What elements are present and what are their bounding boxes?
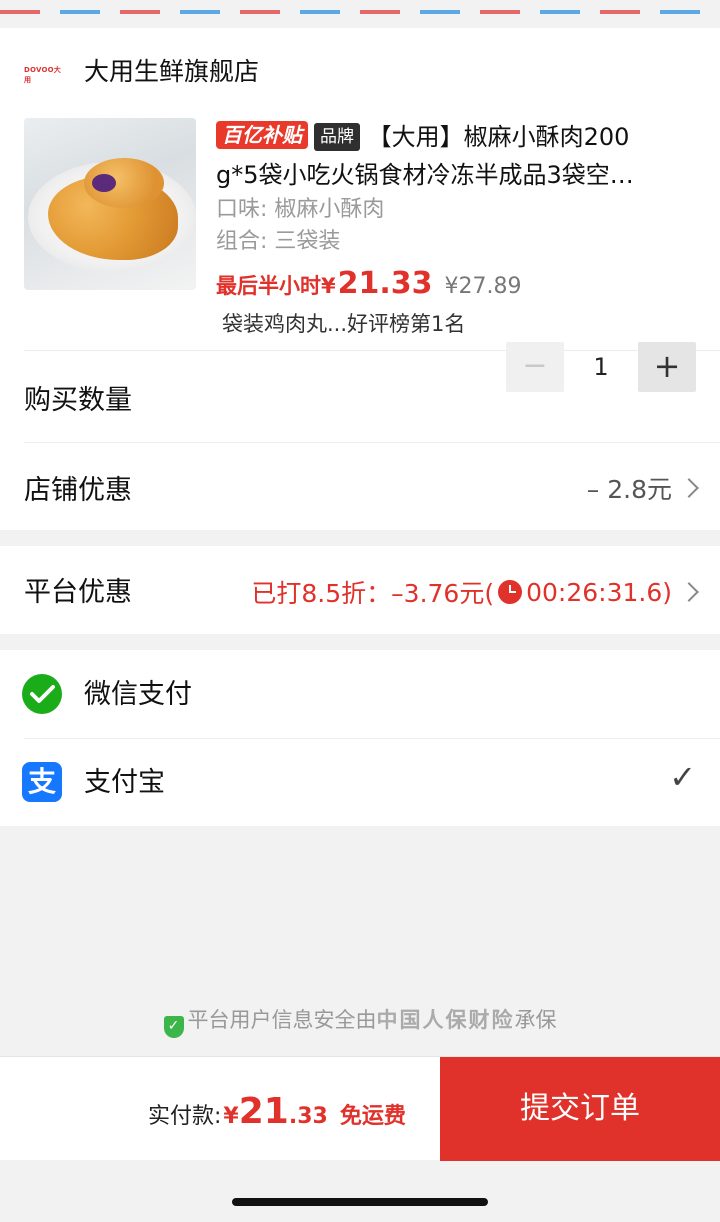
payment-option-alipay[interactable]: 支 支付宝 ✓ bbox=[0, 738, 720, 826]
decrement-button[interactable]: − bbox=[506, 342, 564, 392]
subsidy-badge: 百亿补贴 bbox=[216, 121, 308, 149]
rank-badge[interactable]: 袋装鸡肉丸...好评榜第1名 bbox=[216, 308, 696, 338]
store-discount-row[interactable]: 店铺优惠 – 2.8元 bbox=[0, 442, 720, 530]
selected-check-icon: ✓ bbox=[669, 758, 696, 796]
alipay-icon: 支 bbox=[22, 762, 62, 802]
pay-yen: ¥ bbox=[223, 1104, 239, 1129]
price-original: ¥27.89 bbox=[444, 274, 522, 299]
platform-discount-label: 平台优惠 bbox=[24, 577, 132, 608]
store-discount-value: – 2.8元 bbox=[587, 470, 699, 506]
price-current: 21.33 bbox=[337, 266, 433, 301]
store-discount-label: 店铺优惠 bbox=[24, 475, 132, 506]
wechat-pay-label: 微信支付 bbox=[84, 679, 192, 710]
product-item[interactable]: 百亿补贴 品牌 【大用】椒麻小酥肉200 g*5袋小吃火锅食材冷冻半成品3袋空… … bbox=[24, 118, 696, 338]
platform-discount-row[interactable]: 平台优惠 已打8.5折：–3.76元( 00:26:31.6 ) bbox=[0, 546, 720, 634]
product-info: 百亿补贴 品牌 【大用】椒麻小酥肉200 g*5袋小吃火锅食材冷冻半成品3袋空… … bbox=[216, 118, 696, 338]
security-note: ✓ 平台用户信息安全由中国人保财险承保 bbox=[0, 1004, 720, 1038]
quantity-value[interactable]: 1 bbox=[572, 342, 630, 392]
product-flavor: 口味: 椒麻小酥肉 bbox=[216, 197, 385, 222]
payment-summary: 实付款: ¥ 21 .33 免运费 bbox=[148, 1091, 406, 1132]
pay-amount-label: 实付款: bbox=[148, 1104, 222, 1129]
store-logo: DOVOO大用 bbox=[24, 66, 61, 84]
product-title-line1: 百亿补贴 品牌 【大用】椒麻小酥肉200 bbox=[216, 118, 696, 156]
product-title-text: 【大用】椒麻小酥肉200 bbox=[367, 123, 630, 151]
chevron-right-icon bbox=[679, 582, 699, 602]
alarm-clock-icon bbox=[498, 580, 523, 604]
checkout-bar: 实付款: ¥ 21 .33 免运费 提交订单 bbox=[0, 1056, 720, 1161]
price-yen: ¥ bbox=[321, 274, 336, 298]
submit-order-button[interactable]: 提交订单 bbox=[440, 1057, 720, 1161]
platform-discount-value: 已打8.5折：–3.76元( 00:26:31.6 ) bbox=[251, 574, 699, 610]
pay-amount-int: 21 bbox=[238, 1091, 289, 1132]
store-header[interactable]: DOVOO大用 大用生鲜旗舰店 bbox=[24, 50, 259, 90]
brand-badge: 品牌 bbox=[314, 123, 360, 151]
product-combo: 组合: 三袋装 bbox=[216, 229, 341, 254]
home-indicator[interactable] bbox=[232, 1198, 488, 1206]
quantity-label: 购买数量 bbox=[24, 385, 132, 416]
free-shipping: 免运费 bbox=[339, 1104, 406, 1129]
envelope-stripe bbox=[0, 0, 720, 16]
increment-button[interactable]: + bbox=[638, 342, 696, 392]
product-title-line2: g*5袋小吃火锅食材冷冻半成品3袋空… bbox=[216, 161, 634, 189]
price-row: 最后半小时 ¥ 21.33 ¥27.89 bbox=[216, 266, 696, 306]
product-image[interactable] bbox=[24, 118, 196, 290]
quantity-stepper[interactable]: − 1 + bbox=[506, 342, 696, 392]
countdown-timer: 00:26:31.6 bbox=[526, 577, 663, 607]
store-name: 大用生鲜旗舰店 bbox=[84, 57, 260, 86]
payment-option-wechat[interactable]: 微信支付 bbox=[0, 650, 720, 738]
shield-check-icon: ✓ bbox=[163, 1016, 184, 1038]
chevron-right-icon bbox=[679, 478, 699, 498]
wechat-pay-icon bbox=[22, 674, 62, 714]
pay-amount-dec: .33 bbox=[288, 1104, 328, 1129]
payment-methods: 微信支付 支 支付宝 ✓ bbox=[0, 650, 720, 826]
price-label: 最后半小时 bbox=[216, 274, 321, 298]
order-card: DOVOO大用 大用生鲜旗舰店 百亿补贴 品牌 【大用】椒麻小酥肉200 g*5袋… bbox=[0, 28, 720, 530]
alipay-label: 支付宝 bbox=[84, 767, 165, 798]
